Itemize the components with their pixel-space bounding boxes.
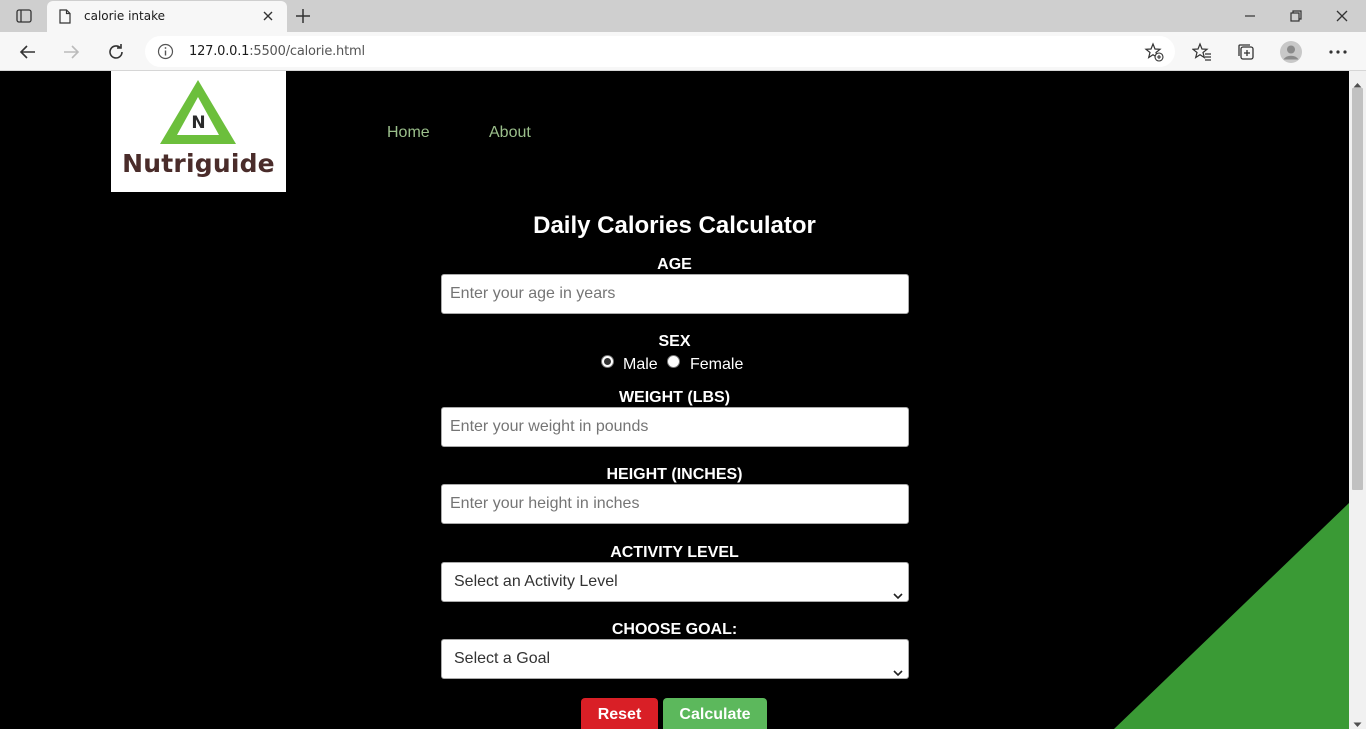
calculate-button[interactable]: Calculate	[663, 698, 767, 729]
restore-icon[interactable]	[1288, 8, 1304, 29]
favorites-icon[interactable]	[1190, 40, 1214, 64]
height-label: HEIGHT (INCHES)	[606, 466, 743, 483]
chevron-down-icon	[893, 577, 903, 615]
back-icon[interactable]	[16, 40, 40, 64]
web-page: N Nutriguide Home About Daily Calories C…	[0, 71, 1349, 729]
more-options-icon[interactable]	[1326, 40, 1350, 64]
goal-select[interactable]: Select a Goal	[441, 639, 909, 679]
activity-level-select[interactable]: Select an Activity Level	[441, 562, 909, 602]
nav-link-about[interactable]: About	[489, 124, 531, 142]
goal-label: CHOOSE GOAL:	[611, 621, 738, 638]
tab-title: calorie intake	[84, 9, 165, 23]
url-text: 127.0.0.1:5500/calorie.html	[189, 44, 365, 59]
weight-input[interactable]: Enter your weight in pounds	[441, 407, 909, 447]
site-info-icon[interactable]	[157, 43, 174, 65]
browser-tab[interactable]: calorie intake	[47, 1, 287, 32]
address-bar[interactable]: 127.0.0.1:5500/calorie.html	[145, 36, 1175, 67]
browser-tab-bar: calorie intake	[0, 0, 1366, 32]
sex-female-label: Female	[690, 356, 744, 373]
minimize-icon[interactable]	[1242, 8, 1258, 29]
window-close-icon[interactable]	[1334, 8, 1350, 29]
tab-actions-icon[interactable]	[9, 7, 39, 25]
chevron-down-icon	[893, 654, 903, 692]
goal-value: Select a Goal	[454, 650, 551, 667]
reset-button[interactable]: Reset	[581, 698, 658, 729]
activity-level-label: ACTIVITY LEVEL	[610, 544, 739, 561]
add-favorite-icon[interactable]	[1144, 42, 1164, 67]
refresh-icon[interactable]	[104, 40, 128, 64]
age-label: AGE	[657, 256, 692, 273]
new-tab-icon[interactable]	[294, 7, 312, 30]
url-host: 127.0.0.1	[189, 44, 250, 59]
nutriguide-logo[interactable]: N Nutriguide	[111, 71, 286, 192]
calculator-title: Daily Calories Calculator	[533, 212, 816, 239]
forward-icon[interactable]	[59, 40, 83, 64]
scroll-down-arrow-icon[interactable]	[1353, 715, 1362, 729]
tab-close-icon[interactable]	[261, 9, 275, 28]
sex-male-radio[interactable]	[601, 355, 614, 368]
sex-female-radio[interactable]	[667, 355, 680, 368]
page-icon	[59, 9, 71, 29]
collections-icon[interactable]	[1234, 40, 1258, 64]
browser-toolbar: 127.0.0.1:5500/calorie.html	[0, 32, 1366, 71]
logo-text: Nutriguide	[122, 149, 275, 178]
sex-male-label: Male	[623, 356, 658, 373]
url-path: :5500/calorie.html	[249, 44, 365, 59]
profile-avatar-icon[interactable]	[1279, 40, 1303, 64]
height-input[interactable]: Enter your height in inches	[441, 484, 909, 524]
page-scrollbar[interactable]	[1349, 71, 1366, 729]
age-input[interactable]: Enter your age in years	[441, 274, 909, 314]
weight-label: WEIGHT (LBS)	[618, 389, 731, 406]
scrollbar-thumb[interactable]	[1352, 88, 1363, 490]
sex-label: SEX	[658, 333, 691, 350]
logo-letter: N	[191, 113, 206, 133]
activity-level-value: Select an Activity Level	[454, 573, 618, 590]
nav-link-home[interactable]: Home	[387, 124, 430, 142]
